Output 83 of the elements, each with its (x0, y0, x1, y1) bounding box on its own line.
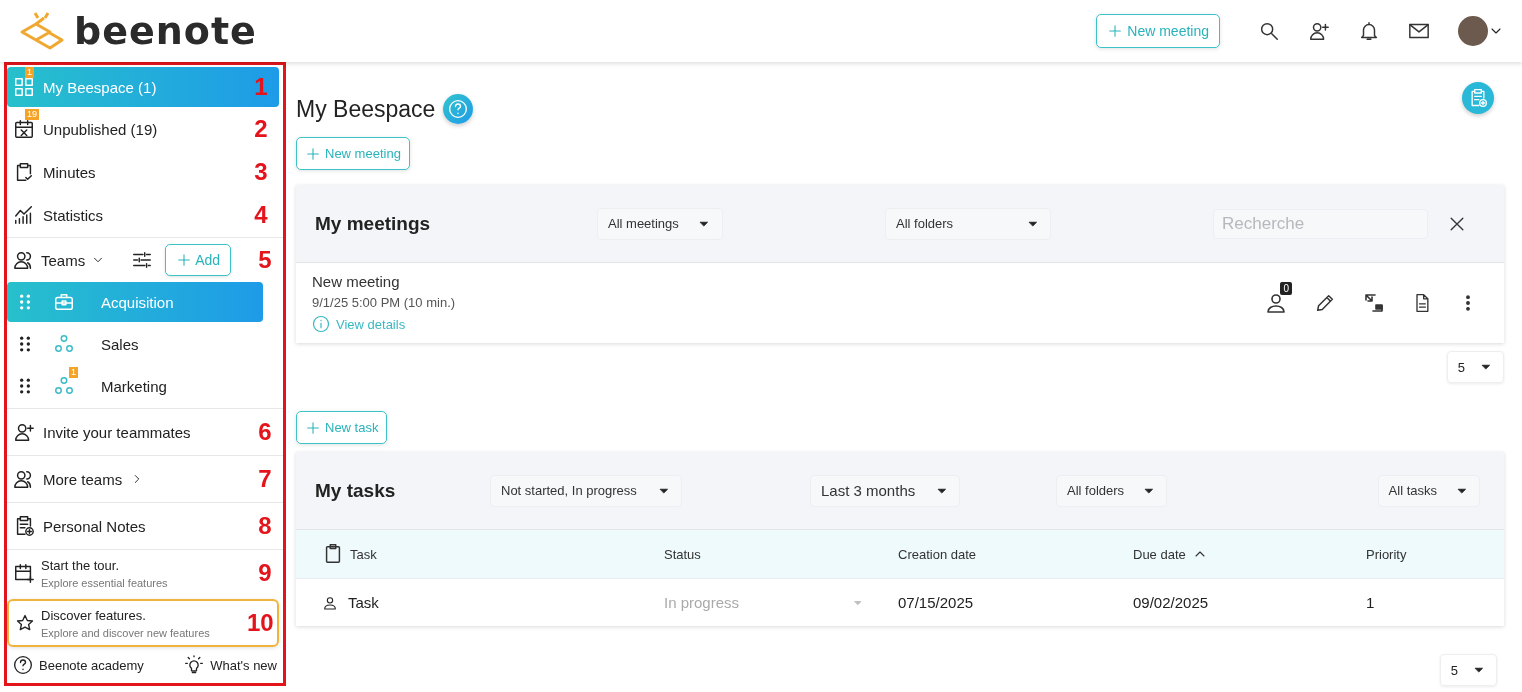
logo-text: beenote (74, 9, 257, 53)
tour-subtitle: Explore essential features (41, 576, 168, 589)
page-size-select[interactable]: 5 (1446, 351, 1504, 383)
user-plus-icon (13, 421, 35, 443)
plus-icon (176, 252, 193, 268)
sidebar-link[interactable]: Personal Notes 8 (7, 503, 283, 549)
participants-count-badge: 0 (1280, 282, 1292, 295)
discover-features-card[interactable]: Discover features. Explore and discover new features 10 (7, 599, 279, 647)
sidebar-link[interactable]: Invite your teammates 6 (7, 409, 283, 455)
annotation-number: 10 (247, 609, 271, 637)
plus-icon (305, 145, 321, 162)
annotation-number: 7 (257, 465, 273, 493)
user-icon (322, 594, 338, 611)
column-header[interactable]: Creation date (898, 546, 1133, 562)
search-field[interactable]: Recherche (1213, 208, 1428, 239)
creation-date-cell-text: 07/15/2025 (898, 594, 975, 611)
teams-label[interactable]: Teams (41, 251, 86, 269)
team-item[interactable]: 1 Marketing (7, 366, 263, 406)
transfer-icon[interactable] (1362, 291, 1386, 315)
due-date-cell-text: 09/02/2025 (1133, 594, 1210, 611)
column-header[interactable]: Status (664, 546, 898, 562)
footer-link[interactable]: Beenote academy (13, 655, 144, 675)
annotation-number: 1 (253, 73, 269, 101)
plus-icon (1107, 23, 1124, 39)
count-badge: 19 (25, 109, 39, 120)
sidebar-nav-item[interactable]: 19 Unpublished (19) 2 (7, 107, 279, 151)
star-icon (15, 613, 35, 633)
annotation-number: 6 (257, 418, 273, 446)
briefcase-icon (53, 291, 75, 313)
search-icon[interactable] (1258, 20, 1280, 42)
sidebar-nav-item[interactable]: Minutes 3 (7, 151, 279, 193)
team-item[interactable]: Sales (7, 324, 263, 364)
filter-dropdown[interactable]: Last 3 months (810, 474, 960, 507)
count-badge: 1 (25, 67, 34, 78)
info-icon (312, 315, 330, 333)
plus-icon (305, 419, 321, 436)
help-button[interactable] (443, 94, 474, 124)
annotation-number: 5 (257, 246, 273, 274)
notification-bell-icon[interactable] (1358, 20, 1380, 42)
filter-dropdown[interactable]: All meetings (597, 207, 723, 240)
circles-icon (53, 333, 75, 355)
annotation-number: 2 (253, 115, 269, 143)
filter-dropdown[interactable]: Not started, In progress (490, 474, 682, 507)
page-title: My Beespace (296, 95, 436, 123)
annotation-number: 3 (253, 158, 269, 186)
filter-settings-icon[interactable] (131, 249, 154, 271)
help-icon (13, 655, 33, 675)
page-size-select[interactable]: 5 (1439, 654, 1497, 686)
bee-logo-icon (18, 10, 66, 52)
section-title: My tasks (315, 479, 397, 502)
priority-cell-text: 1 (1366, 594, 1376, 611)
lightbulb-icon (184, 655, 205, 675)
user-avatar[interactable] (1458, 16, 1488, 46)
participants-icon[interactable] (1264, 291, 1288, 315)
chart-icon (13, 204, 35, 226)
task-name[interactable]: Task (348, 594, 379, 611)
annotation-number: 4 (253, 201, 269, 229)
section-title: My meetings (315, 212, 432, 235)
help-icon (448, 99, 469, 119)
footer-link[interactable]: What's new (184, 655, 277, 675)
tour-title: Start the tour. (41, 557, 121, 573)
discover-title: Discover features. (41, 607, 147, 623)
annotation-number: 8 (257, 512, 273, 540)
column-header[interactable]: Due date (1133, 546, 1366, 562)
discover-subtitle: Explore and discover new features (41, 626, 210, 639)
add-user-icon[interactable] (1308, 20, 1330, 42)
meeting-title[interactable]: New meeting (312, 273, 456, 290)
edit-icon[interactable] (1314, 292, 1336, 314)
sidebar-link[interactable]: More teams 7 (7, 456, 283, 502)
meeting-time: 9/1/25 5:00 PM (10 min.) (312, 295, 456, 310)
grid-icon (13, 76, 35, 98)
filter-dropdown[interactable]: All folders (1056, 474, 1168, 507)
circles-icon (53, 375, 75, 397)
annotation-number: 9 (257, 559, 273, 587)
count-badge: 1 (69, 367, 78, 378)
filter-dropdown[interactable]: All tasks (1377, 474, 1480, 507)
calendar-icon (13, 118, 35, 140)
filter-dropdown[interactable]: All folders (885, 207, 1051, 240)
column-header[interactable]: Priority (1366, 546, 1504, 562)
sidebar-nav-item[interactable]: Statistics 4 (7, 193, 279, 237)
start-tour-card[interactable]: Start the tour. Explore essential features 9 (7, 550, 283, 596)
column-header[interactable]: Task (322, 543, 664, 565)
calendar-add-icon (13, 562, 35, 584)
